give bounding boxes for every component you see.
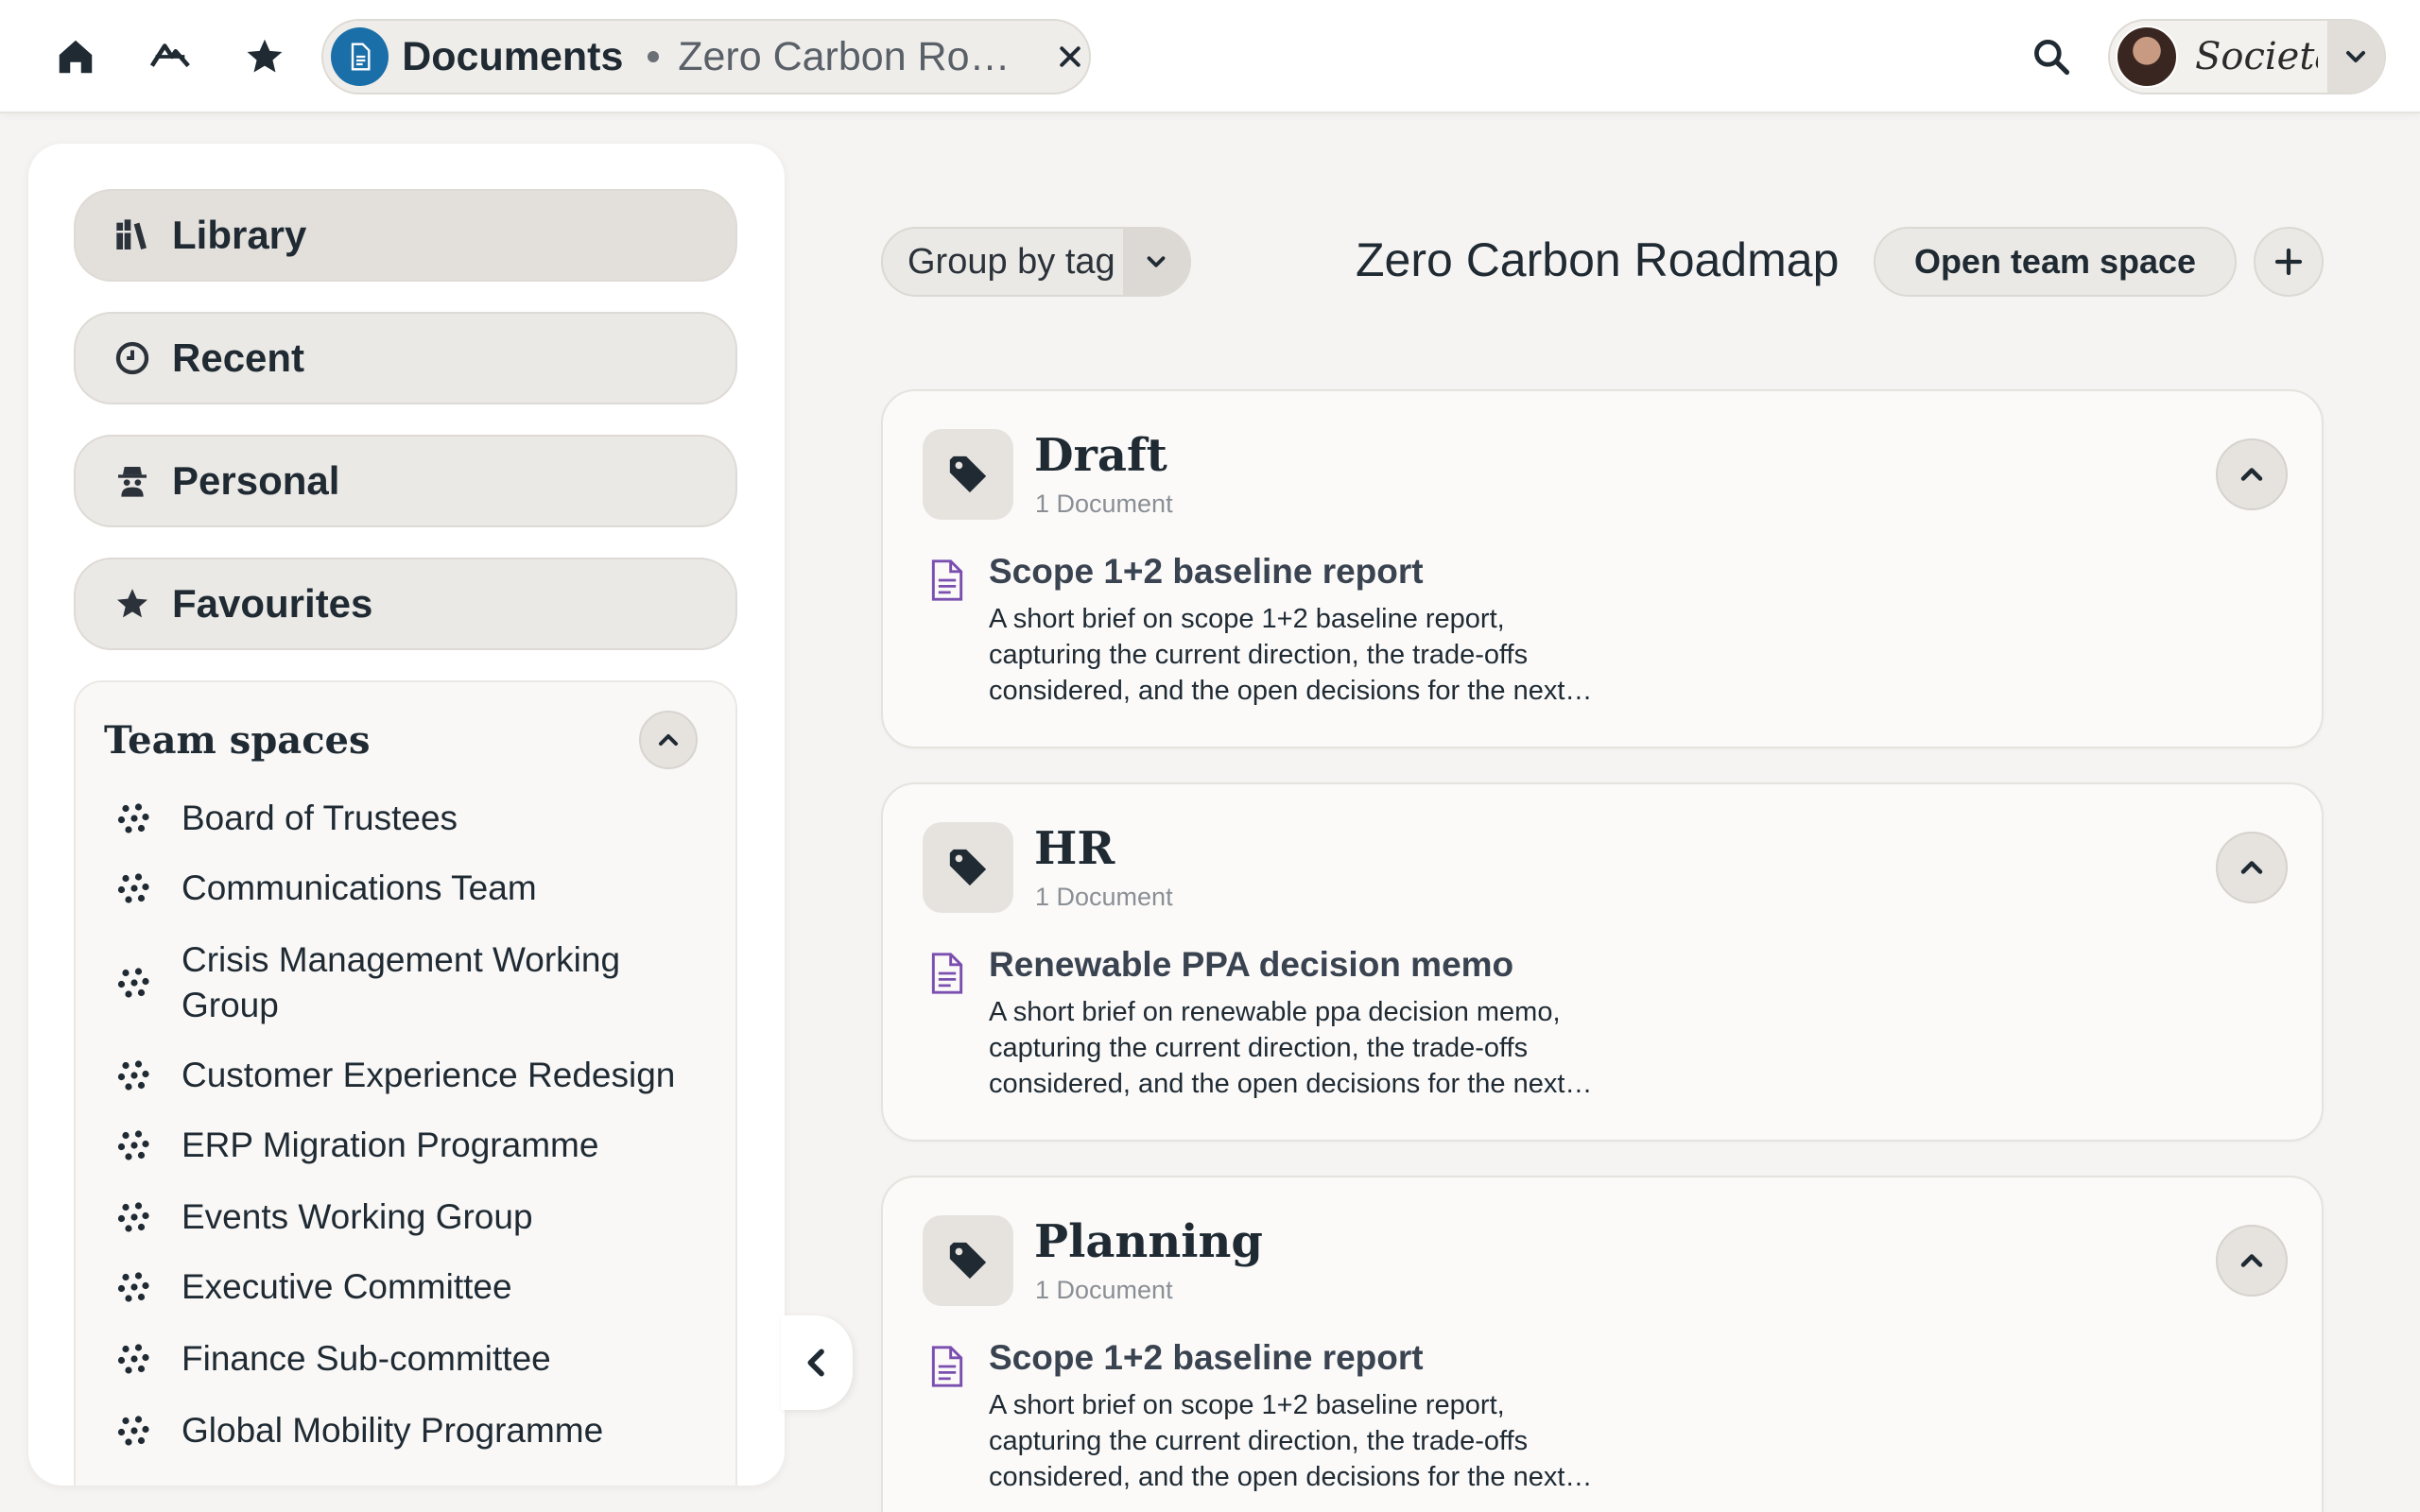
document-icon: [931, 1346, 963, 1387]
team-dots-icon: [117, 1344, 149, 1374]
group-name: HR: [1034, 822, 1115, 875]
nav-label: Favourites: [172, 581, 373, 626]
team-space-label: Global Mobility Programme: [182, 1411, 604, 1450]
document-icon: [931, 559, 963, 601]
group-count: 1 Document: [1035, 883, 1173, 911]
search-icon[interactable]: [2023, 28, 2080, 85]
tab-subtitle: Zero Carbon Roadmap: [678, 33, 1023, 79]
mountain-icon[interactable]: [142, 28, 199, 85]
document-description: A short brief on scope 1+2 baseline repo…: [989, 1390, 1565, 1492]
team-space-item[interactable]: Events Working Group: [117, 1194, 703, 1240]
document-tab[interactable]: Documents Zero Carbon Roadmap: [321, 19, 1091, 94]
star-icon: [117, 589, 147, 618]
star-icon[interactable]: [236, 28, 293, 85]
document-title-link[interactable]: Renewable PPA decision memo: [989, 945, 1513, 985]
team-space-label: Finance Sub-committee: [182, 1339, 551, 1378]
home-icon[interactable]: [47, 28, 104, 85]
team-dots-icon: [117, 803, 149, 833]
team-dots-icon: [117, 968, 149, 998]
team-space-item[interactable]: Executive Committee: [117, 1264, 703, 1310]
group-name: Planning: [1034, 1215, 1263, 1268]
document-icon: [931, 953, 963, 994]
team-dots-icon: [117, 873, 149, 903]
team-space-label: Board of Trustees: [182, 799, 458, 837]
plus-icon: [2274, 248, 2303, 276]
document-description: A short brief on scope 1+2 baseline repo…: [989, 604, 1565, 706]
group-name: Draft: [1034, 429, 1167, 482]
group-count: 1 Document: [1035, 1276, 1173, 1304]
team-dots-icon: [117, 1272, 149, 1302]
nav-recent-button[interactable]: Recent: [74, 312, 737, 404]
team-space-item[interactable]: Customer Experience Redesign: [117, 1053, 703, 1098]
chevron-up-icon[interactable]: [639, 711, 698, 769]
nav-library-button[interactable]: Library: [74, 189, 737, 282]
team-space-label: Customer Experience Redesign: [182, 1056, 676, 1094]
group-by-label: Group by tag: [908, 241, 1115, 282]
team-dots-icon: [117, 1130, 149, 1160]
tab-separator-dot: [648, 51, 660, 62]
team-space-label: ERP Migration Programme: [182, 1125, 599, 1164]
tag-group-card: Draft 1 Document Scope 1+2 baseline repo…: [881, 389, 2324, 748]
sidebar: Library Recent Personal Favourites Team …: [28, 144, 785, 1486]
add-button[interactable]: [2254, 227, 2324, 297]
team-spaces-title: Team spaces: [104, 718, 371, 763]
tag-icon: [923, 429, 1013, 520]
tab-title: Documents: [402, 33, 624, 79]
document-title-link[interactable]: Scope 1+2 baseline report: [989, 1338, 1424, 1378]
user-menu[interactable]: Societas: [2108, 19, 2386, 94]
team-dots-icon: [117, 1060, 149, 1091]
open-team-space-button[interactable]: Open team space: [1874, 227, 2237, 297]
tag-icon: [923, 822, 1013, 913]
team-spaces-panel: Team spaces Board of Trustees Communicat…: [74, 680, 737, 1486]
org-name: Societas: [2195, 35, 2318, 78]
nav-label: Library: [172, 213, 307, 257]
document-title-link[interactable]: Scope 1+2 baseline report: [989, 552, 1424, 592]
team-space-item[interactable]: Board of Trustees: [117, 796, 703, 841]
clock-icon: [115, 341, 149, 375]
books-icon: [116, 219, 147, 249]
nav-favourites-button[interactable]: Favourites: [74, 558, 737, 650]
team-space-item[interactable]: Finance Sub-committee: [117, 1336, 703, 1382]
avatar: [2116, 26, 2178, 88]
team-space-item[interactable]: ERP Migration Programme: [117, 1123, 703, 1168]
team-space-label: Communications Team: [182, 868, 537, 907]
tag-group-card: HR 1 Document Renewable PPA decision mem…: [881, 782, 2324, 1142]
group-by-select[interactable]: Group by tag: [881, 227, 1191, 297]
chevron-up-icon[interactable]: [2216, 1225, 2288, 1297]
team-space-item[interactable]: Global Mobility Programme: [117, 1408, 703, 1453]
chevron-up-icon[interactable]: [2216, 438, 2288, 510]
team-space-item[interactable]: Crisis Management Working Group: [117, 937, 703, 1028]
collapse-sidebar-button[interactable]: [781, 1315, 853, 1410]
chevron-up-icon[interactable]: [2216, 832, 2288, 903]
nav-label: Personal: [172, 458, 340, 503]
team-space-label: Events Working Group: [182, 1197, 533, 1236]
chevron-down-icon: [1123, 229, 1189, 295]
nav-personal-button[interactable]: Personal: [74, 435, 737, 527]
group-count: 1 Document: [1035, 490, 1173, 518]
top-bar: Documents Zero Carbon Roadmap Societas: [0, 0, 2420, 113]
tag-icon: [923, 1215, 1013, 1306]
tag-group-card: Planning 1 Document Scope 1+2 baseline r…: [881, 1176, 2324, 1512]
chevron-down-icon[interactable]: [2327, 21, 2384, 93]
team-space-item[interactable]: Communications Team: [117, 866, 703, 911]
nav-label: Recent: [172, 335, 305, 380]
team-dots-icon: [117, 1202, 149, 1232]
spy-icon: [118, 467, 147, 497]
document-description: A short brief on renewable ppa decision …: [989, 997, 1565, 1099]
team-dots-icon: [117, 1416, 149, 1446]
page-title: Zero Carbon Roadmap: [1356, 233, 1840, 286]
team-space-label: Crisis Management Working Group: [182, 940, 621, 1024]
team-space-label: Executive Committee: [182, 1267, 512, 1306]
document-icon: [331, 27, 389, 86]
chevron-left-icon: [807, 1349, 824, 1377]
close-icon[interactable]: [1052, 38, 1089, 76]
